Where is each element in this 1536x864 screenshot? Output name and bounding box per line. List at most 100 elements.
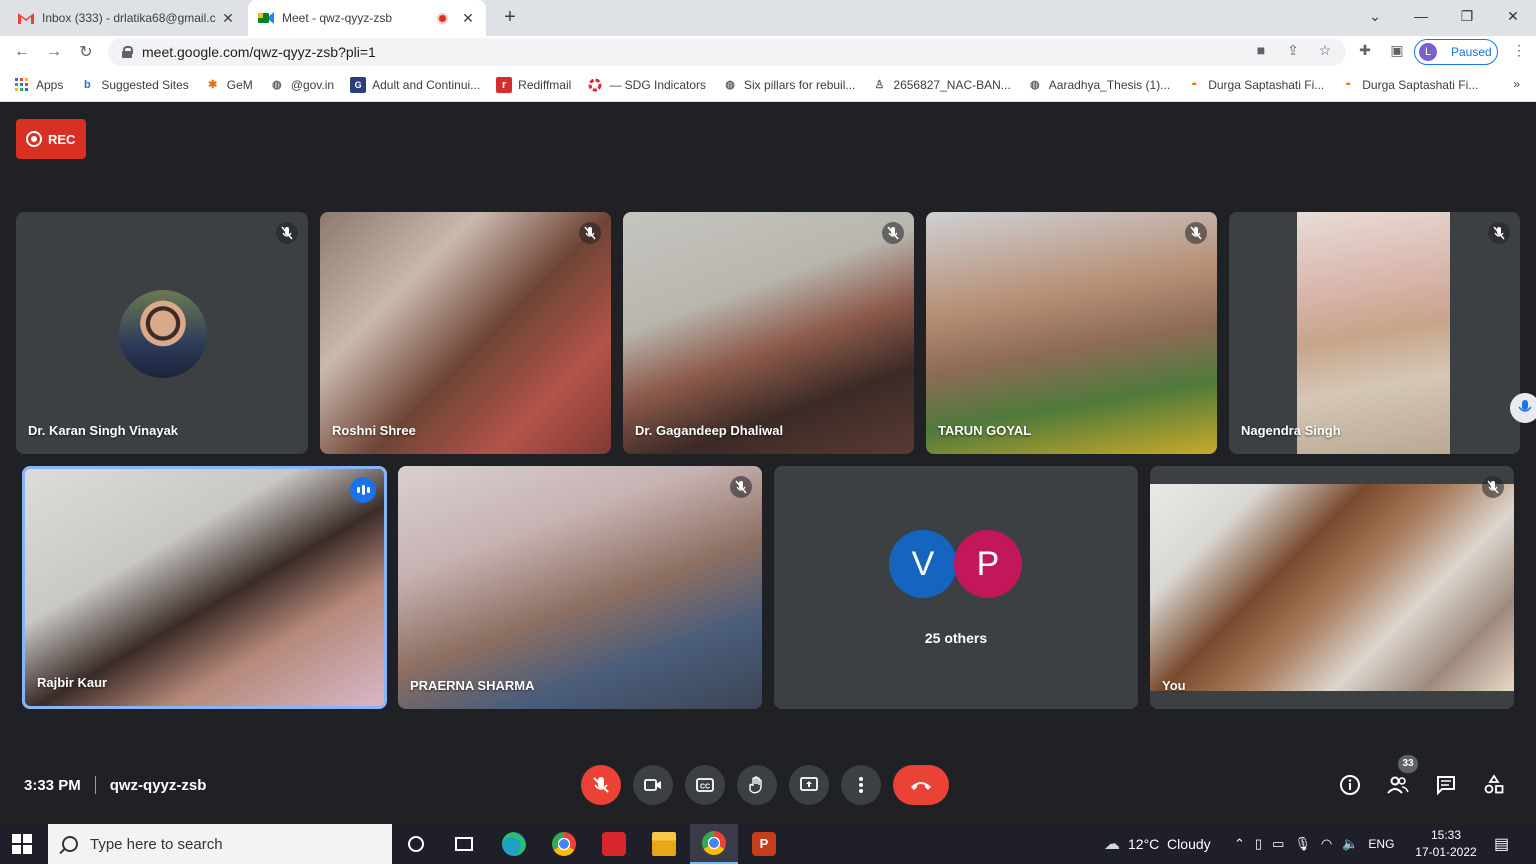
leave-call-button[interactable] <box>893 765 949 805</box>
gmail-icon <box>18 10 34 26</box>
bookmark-label: Durga Saptashati Fi... <box>1362 77 1479 92</box>
tab-search-chevron-icon[interactable]: ⌄ <box>1352 0 1398 32</box>
battery-icon[interactable]: ▭ <box>1272 836 1284 852</box>
chrome-profile-icon[interactable] <box>690 824 738 864</box>
extensions-icon[interactable]: ✚ <box>1356 42 1374 60</box>
address-bar[interactable]: meet.google.com/qwz-qyyz-zsb?pli=1 <box>108 38 1346 66</box>
close-tab-icon[interactable]: ✕ <box>460 10 476 27</box>
mic-toggle-button[interactable] <box>581 765 621 805</box>
self-tile[interactable]: You <box>1150 466 1514 709</box>
rec-label: REC <box>48 131 76 147</box>
tab-gmail[interactable]: Inbox (333) - drlatika68@gmail.c ✕ <box>8 0 246 36</box>
back-button[interactable]: ← <box>10 40 34 64</box>
participant-tile[interactable]: Dr. Gagandeep Dhaliwal <box>623 212 914 454</box>
bookmark-apps[interactable]: Apps <box>14 77 63 93</box>
chevron-up-icon[interactable]: ⌃ <box>1234 836 1245 852</box>
captions-button[interactable]: CC <box>685 765 725 805</box>
task-view-icon[interactable] <box>440 824 488 864</box>
volume-icon[interactable]: 🔈 <box>1342 836 1358 852</box>
bing-icon: b <box>83 78 91 91</box>
bookmark-nac[interactable]: ♙ 2656827_NAC-BAN... <box>871 77 1010 93</box>
new-tab-button[interactable]: + <box>498 6 522 30</box>
participant-tile[interactable]: Dr. Karan Singh Vinayak <box>16 212 308 454</box>
menu-kebab-icon[interactable]: ⋮ <box>1510 42 1528 60</box>
video-camera-icon <box>644 779 661 791</box>
reload-button[interactable]: ↻ <box>74 40 98 64</box>
acrobat-icon[interactable] <box>590 824 638 864</box>
activities-button[interactable] <box>1480 771 1508 799</box>
side-mic-icon[interactable] <box>1510 393 1536 423</box>
close-tab-icon[interactable]: ✕ <box>220 10 236 27</box>
device-icon[interactable]: ▯ <box>1255 836 1262 852</box>
chat-button[interactable] <box>1432 771 1460 799</box>
divider <box>94 776 96 794</box>
edge-icon[interactable] <box>490 824 538 864</box>
powerpoint-icon[interactable]: P <box>740 824 788 864</box>
diya-icon: ◓ <box>1190 78 1198 91</box>
meet-icon <box>258 10 274 26</box>
bookmarks-overflow-icon[interactable]: » <box>1513 77 1520 91</box>
participant-tile[interactable]: Roshni Shree <box>320 212 611 454</box>
minimize-button[interactable]: — <box>1398 0 1444 32</box>
windows-start-icon[interactable] <box>12 834 32 854</box>
bookmark-gov[interactable]: ◍ @gov.in <box>269 77 334 93</box>
camera-icon[interactable]: ■ <box>1252 42 1270 60</box>
participant-name: Nagendra Singh <box>1241 423 1341 438</box>
bookmark-rediff[interactable]: r Rediffmail <box>496 76 571 93</box>
bookmark-durga-2[interactable]: ◓ Durga Saptashati Fi... <box>1340 77 1478 93</box>
close-window-button[interactable]: ✕ <box>1490 0 1536 32</box>
cortana-icon[interactable] <box>392 824 440 864</box>
avatar <box>119 290 207 378</box>
bookmark-thesis[interactable]: ◍ Aaradhya_Thesis (1)... <box>1027 77 1170 93</box>
bookmark-star-icon[interactable]: ☆ <box>1316 42 1334 60</box>
mic-off-icon <box>276 222 298 244</box>
participant-name: TARUN GOYAL <box>938 423 1032 438</box>
chat-icon <box>1437 776 1455 796</box>
participant-tile[interactable]: TARUN GOYAL <box>926 212 1217 454</box>
bookmark-sdg[interactable]: — SDG Indicators <box>587 77 706 93</box>
bookmark-label: Adult and Continui... <box>372 77 481 92</box>
people-button[interactable] <box>1384 771 1412 799</box>
participant-tile[interactable]: Nagendra Singh <box>1229 212 1520 454</box>
wifi-icon[interactable]: ◠ <box>1321 836 1332 852</box>
share-icon[interactable]: ⇪ <box>1284 42 1302 60</box>
bookmark-suggested[interactable]: b Suggested Sites <box>79 77 189 93</box>
activities-icon <box>1484 774 1504 794</box>
meeting-details-button[interactable] <box>1336 771 1364 799</box>
avatar: L <box>1419 43 1437 61</box>
others-count: 25 others <box>924 630 988 646</box>
maximize-button[interactable]: ❐ <box>1444 0 1490 32</box>
gem-icon: ✱ <box>208 79 218 91</box>
apps-grid-icon <box>14 77 30 93</box>
bookmarks-bar: Apps b Suggested Sites ✱ GeM ◍ @gov.in G… <box>0 68 1536 102</box>
microphone-icon[interactable]: 🎙 <box>1294 836 1311 852</box>
camera-toggle-button[interactable] <box>633 765 673 805</box>
participant-tile-speaking[interactable]: Rajbir Kaur <box>22 466 387 709</box>
chrome-icon[interactable] <box>540 824 588 864</box>
bookmark-gem[interactable]: ✱ GeM <box>205 77 253 93</box>
bookmark-label: Six pillars for rebuil... <box>744 77 856 92</box>
present-screen-button[interactable] <box>789 765 829 805</box>
raise-hand-button[interactable] <box>737 765 777 805</box>
side-panel-icon[interactable]: ▣ <box>1388 42 1406 60</box>
language-indicator[interactable]: ENG <box>1368 837 1394 851</box>
bookmark-durga-1[interactable]: ◓ Durga Saptashati Fi... <box>1186 77 1324 93</box>
profile-button[interactable]: L Paused <box>1414 39 1498 65</box>
hang-up-icon <box>911 782 931 790</box>
taskbar-search-input[interactable]: Type here to search <box>48 824 392 864</box>
weather-widget[interactable]: ☁ 12°C Cloudy <box>1104 824 1211 864</box>
file-explorer-icon[interactable] <box>640 824 688 864</box>
taskbar-clock[interactable]: 15:33 17-01-2022 <box>1406 827 1486 861</box>
windows-taskbar: Type here to search P ☁ 12°C Cloudy ⌃ ▯ … <box>0 824 1536 864</box>
forward-button[interactable]: → <box>42 40 66 64</box>
others-tile[interactable]: V P 25 others <box>774 466 1138 709</box>
tab-meet[interactable]: Meet - qwz-qyyz-zsb ✕ <box>248 0 486 36</box>
bookmark-adult[interactable]: G Adult and Continui... <box>350 76 481 93</box>
bookmark-six-pillars[interactable]: ◍ Six pillars for rebuil... <box>722 77 855 93</box>
profile-status: Paused <box>1451 45 1492 59</box>
clock-time: 15:33 <box>1430 828 1462 842</box>
participant-name: Rajbir Kaur <box>37 675 108 690</box>
notification-icon[interactable]: ▤ <box>1494 824 1509 864</box>
participant-tile[interactable]: PRAERNA SHARMA <box>398 466 762 709</box>
more-options-button[interactable] <box>841 765 881 805</box>
